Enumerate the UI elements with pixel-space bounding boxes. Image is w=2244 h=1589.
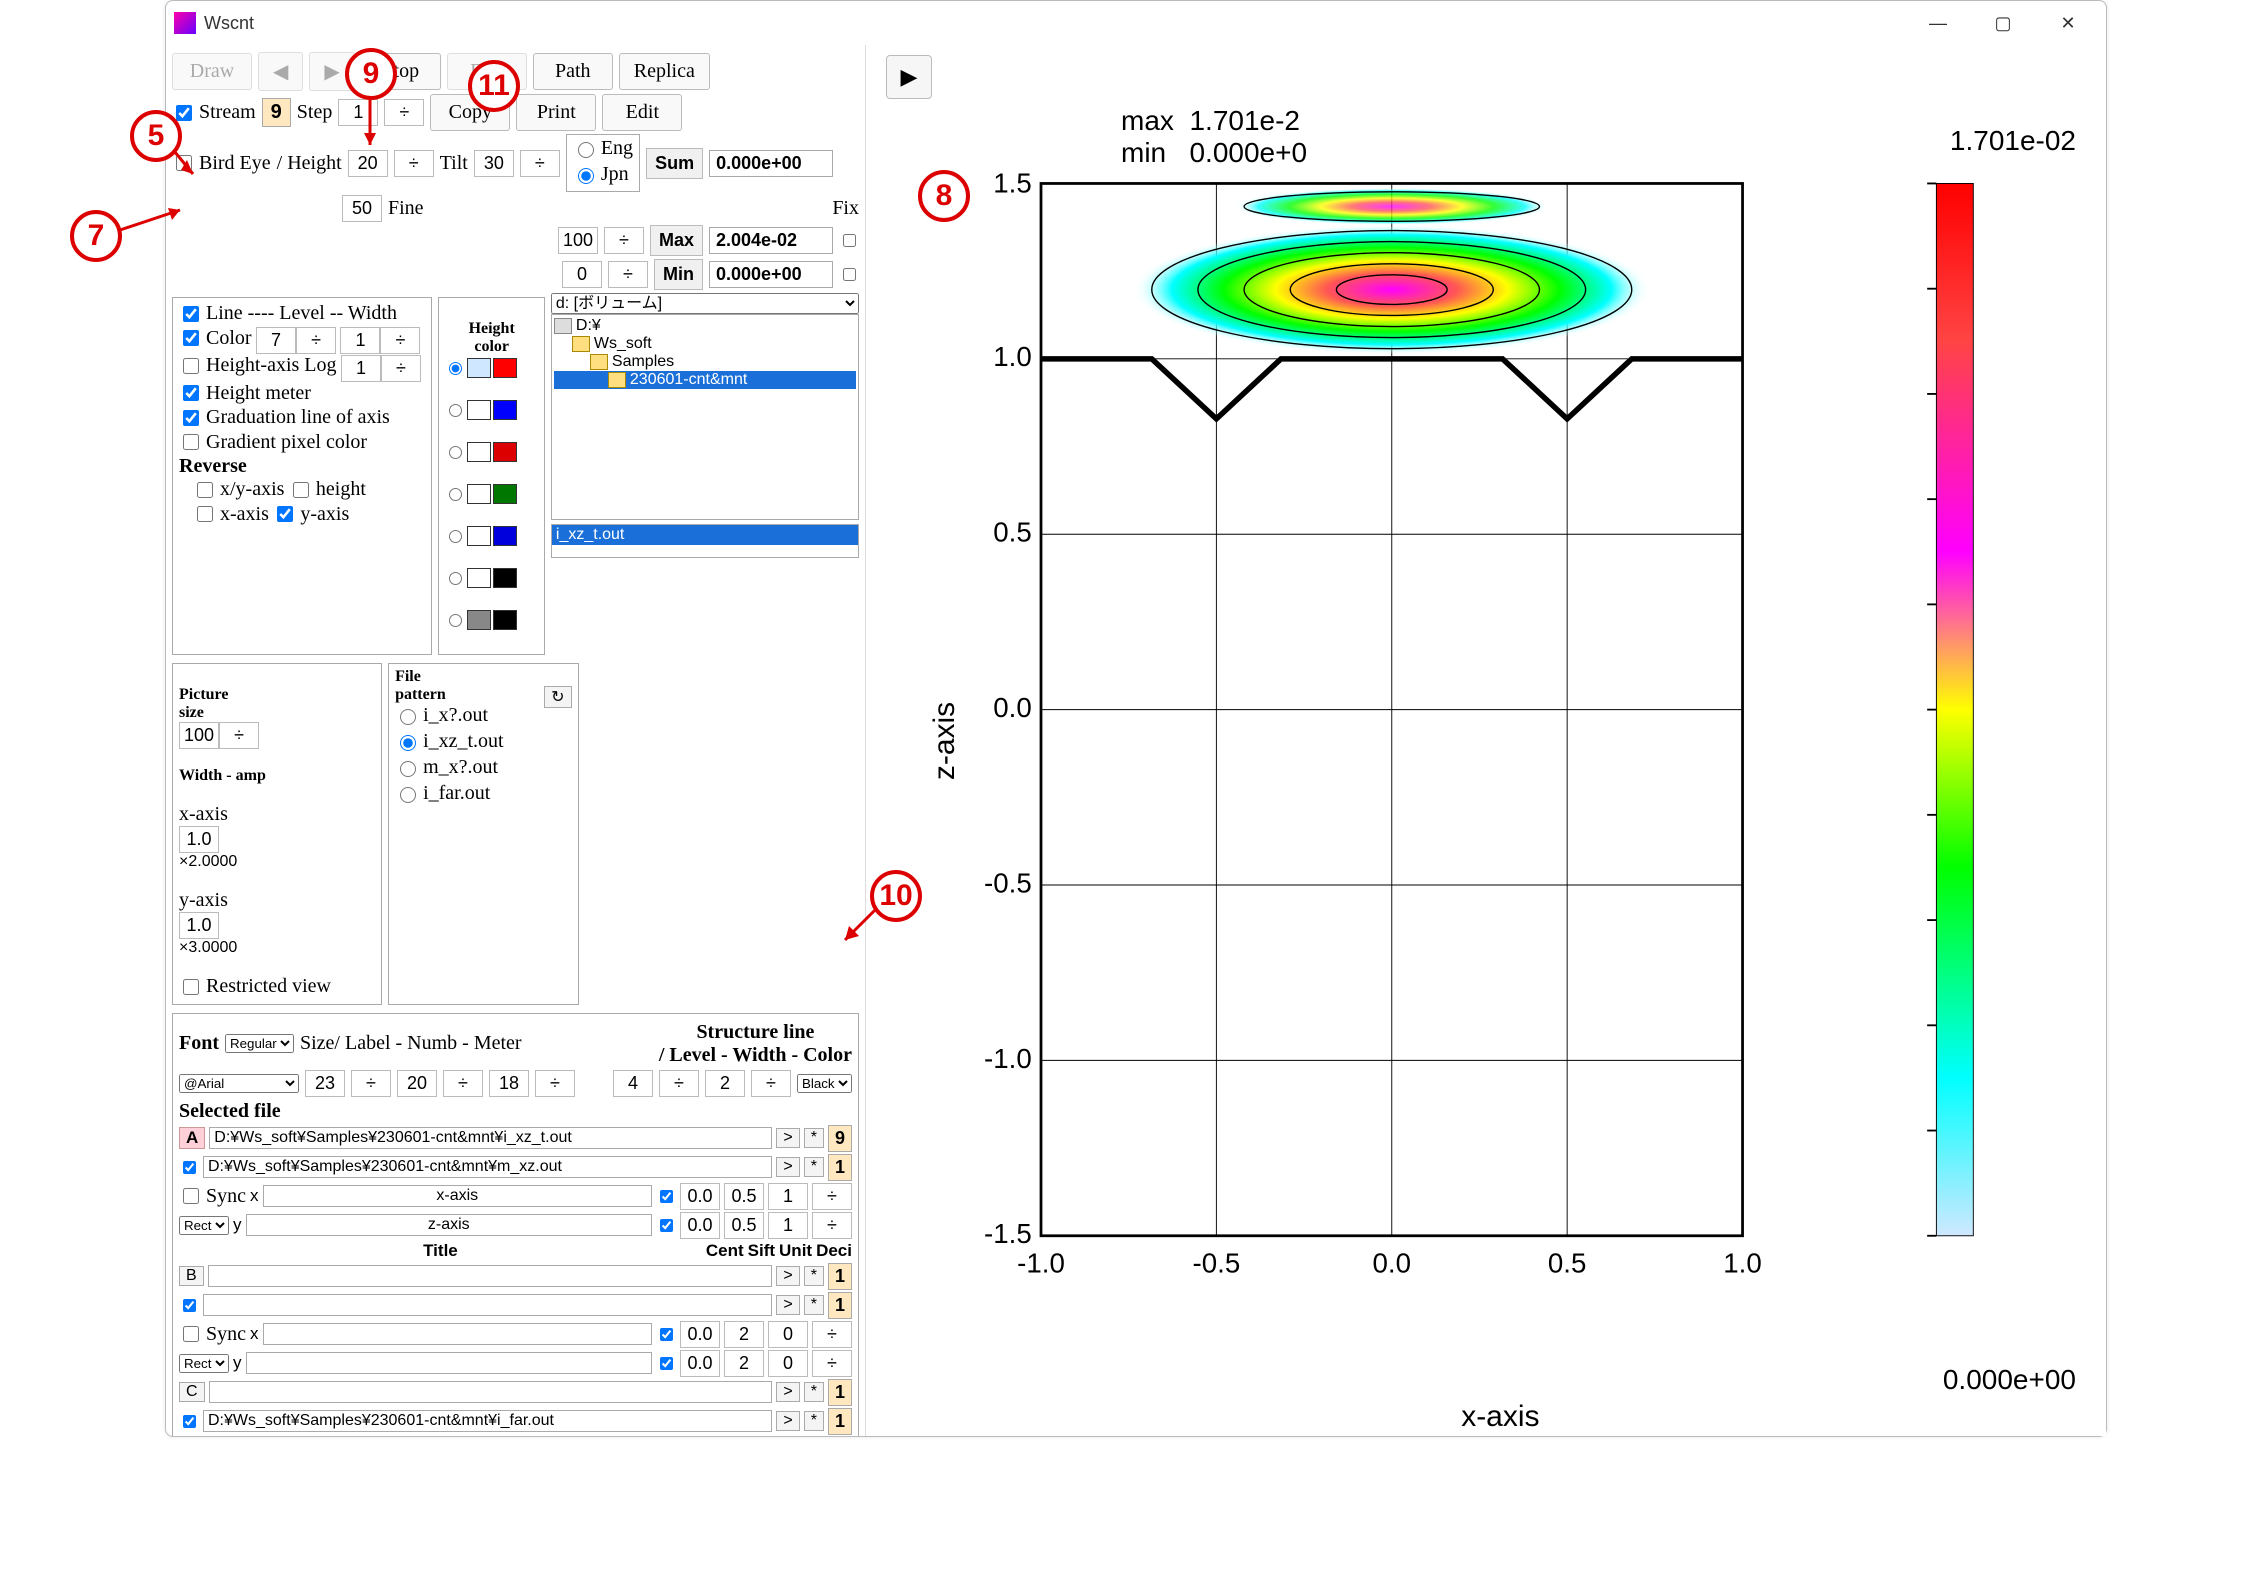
replica-button[interactable]: Replica (619, 53, 710, 90)
lang-jpn-radio[interactable]: Jpn (573, 163, 629, 186)
svg-text:-1.5: -1.5 (984, 1218, 1032, 1249)
plot-panel: ▶ max 1.701e-2 min 0.000e+0 1.701e-02 0.… (866, 45, 2106, 1436)
svg-text:1.5: 1.5 (993, 168, 1032, 199)
draw-button[interactable]: Draw (172, 53, 252, 90)
folder-tree[interactable]: D:¥ Ws_soft Samples 230601-cnt&mnt (551, 314, 859, 520)
max-fix-checkbox[interactable] (843, 234, 856, 247)
svg-text:-0.5: -0.5 (984, 867, 1032, 898)
svg-text:1.0: 1.0 (993, 341, 1032, 372)
svg-text:-1.0: -1.0 (984, 1043, 1032, 1074)
path-button[interactable]: Path (533, 53, 613, 90)
font-style-select[interactable]: Regular (225, 1034, 294, 1053)
rect-select-a[interactable]: Rect (179, 1216, 229, 1235)
rev-x-checkbox[interactable]: x-axis (193, 503, 269, 526)
hmeter-checkbox[interactable]: Height meter (179, 382, 311, 405)
file-a-count: 9 (828, 1125, 852, 1152)
sum-value: 0.000e+00 (709, 150, 833, 177)
file-tag-a: A (179, 1127, 205, 1149)
stream-count: 9 (262, 98, 291, 127)
sum-label: Sum (646, 148, 703, 179)
hlog-checkbox[interactable]: Height-axis Log (179, 354, 337, 377)
window-title: Wscnt (204, 13, 254, 34)
app-icon (174, 12, 196, 34)
svg-text:-0.5: -0.5 (1193, 1248, 1241, 1279)
window-controls: — ▢ ✕ (1908, 5, 2098, 41)
close-button[interactable]: ✕ (2038, 5, 2098, 41)
svg-text:-1.0: -1.0 (1017, 1248, 1065, 1279)
min-fix-checkbox[interactable] (843, 268, 856, 281)
tilt-spinner[interactable]: 30 (474, 150, 514, 177)
step-label: Step (297, 101, 333, 124)
refresh-button[interactable]: ↻ (544, 686, 571, 708)
file-list[interactable]: i_xz_t.out (551, 524, 859, 558)
max-value: 2.004e-02 (709, 227, 833, 254)
minimize-button[interactable]: — (1908, 5, 1968, 41)
svg-text:0.5: 0.5 (993, 517, 1032, 548)
svg-text:0.0: 0.0 (1373, 1248, 1412, 1279)
rev-xy-checkbox[interactable]: x/y-axis (193, 478, 284, 501)
rev-height-checkbox[interactable]: height (289, 478, 366, 501)
plot-maxmin: max 1.701e-2 min 0.000e+0 (1121, 105, 1307, 169)
svg-text:0.5: 0.5 (1548, 1248, 1587, 1279)
lang-eng-radio[interactable]: Eng (573, 137, 633, 160)
colorbar-min: 0.000e+00 (1943, 1364, 2076, 1396)
drive-select[interactable]: d: [ボリューム] (551, 293, 859, 314)
callout-9: 9 (345, 48, 397, 100)
gradline-checkbox[interactable]: Graduation line of axis (179, 406, 390, 429)
colorbar-max: 1.701e-02 (1950, 125, 2076, 157)
line-checkbox[interactable]: Line ---- Level -- Width (179, 302, 397, 325)
x-axis-label: x-axis (1461, 1400, 1539, 1434)
stream-checkbox[interactable]: Stream (172, 101, 256, 124)
callout-5: 5 (130, 110, 182, 162)
restricted-checkbox[interactable]: Restricted view (179, 975, 331, 998)
callout-8: 8 (918, 170, 970, 222)
maximize-button[interactable]: ▢ (1973, 5, 2033, 41)
prev-button[interactable]: ◀ (258, 52, 303, 91)
control-panel: Draw ◀ ▶ Stop Exit Path Replica Stream 9… (166, 45, 866, 1436)
file-a-path[interactable] (209, 1127, 772, 1149)
svg-text:1.0: 1.0 (1723, 1248, 1761, 1279)
callout-11: 11 (468, 60, 520, 112)
gradpix-checkbox[interactable]: Gradient pixel color (179, 431, 367, 454)
print-button[interactable]: Print (516, 94, 596, 131)
lang-group: Eng Jpn (566, 134, 640, 192)
color-checkbox[interactable]: Color (179, 327, 252, 350)
min-value: 0.000e+00 (709, 261, 833, 288)
struct-color-select[interactable]: Black (797, 1074, 852, 1093)
plot-svg: 1.5 1.0 0.5 0.0 -0.5 -1.0 -1.5 -1.0 -0.5 0.0 0… (956, 165, 2086, 1365)
svg-text:0.0: 0.0 (993, 692, 1032, 723)
edit-button[interactable]: Edit (602, 94, 682, 131)
titlebar: Wscnt — ▢ ✕ (166, 1, 2106, 45)
file-a2-path[interactable] (203, 1156, 772, 1178)
rev-y-checkbox[interactable]: y-axis (273, 503, 349, 526)
callout-10: 10 (870, 870, 922, 922)
play-icon[interactable]: ▶ (886, 55, 932, 99)
font-face-select[interactable]: @Arial (179, 1074, 299, 1093)
app-window: Wscnt — ▢ ✕ Draw ◀ ▶ Stop Exit Path Repl… (165, 0, 2107, 1437)
callout-7: 7 (70, 210, 122, 262)
